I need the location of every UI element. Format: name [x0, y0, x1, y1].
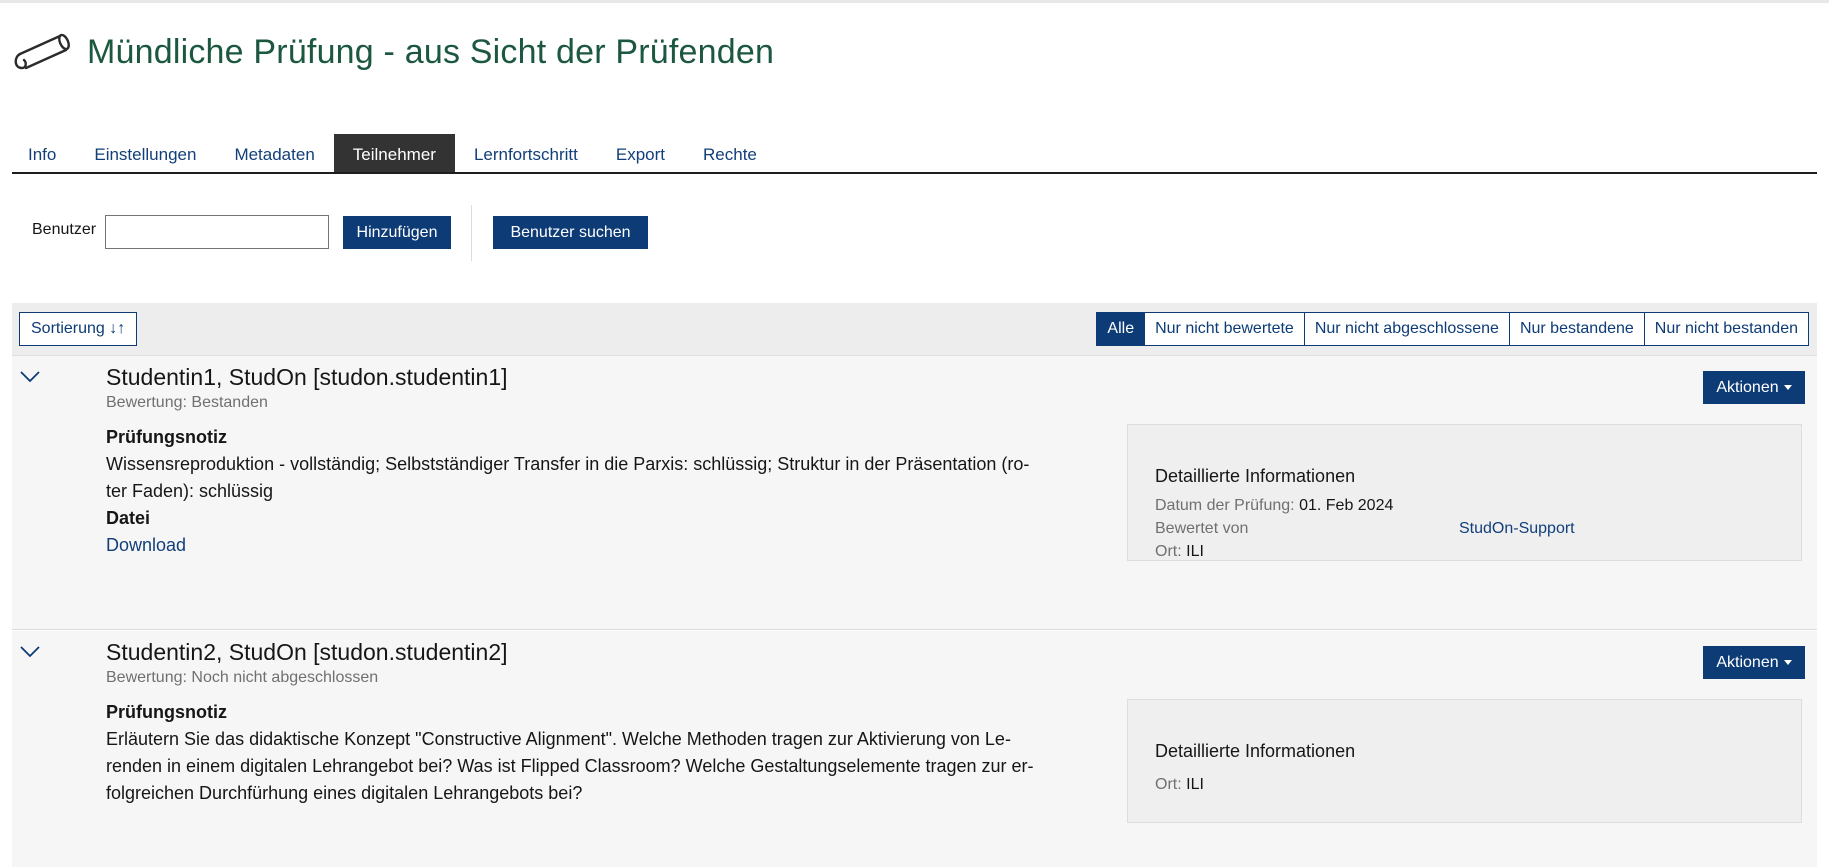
page-header: Mündliche Prüfung - aus Sicht der Prüfen…	[12, 30, 774, 74]
place-value: ILI	[1186, 543, 1204, 560]
add-participant-toolbar: Benutzer Hinzufügen Benutzer suchen	[12, 205, 712, 261]
filter-view-control: Alle Nur nicht bewertete Nur nicht abges…	[1096, 312, 1809, 346]
tab-export[interactable]: Export	[597, 134, 684, 172]
exam-date-label: Datum der Prüfung:	[1155, 497, 1295, 514]
exam-date-row: Datum der Prüfung: 01. Feb 2024	[1155, 497, 1393, 515]
participant-item: Studentin1, StudOn [studon.studentin1] B…	[12, 356, 1817, 630]
chevron-down-icon[interactable]	[18, 368, 42, 384]
toolbar-separator	[471, 205, 472, 261]
filter-all[interactable]: Alle	[1096, 312, 1146, 346]
exam-scroll-icon	[14, 33, 70, 70]
add-button[interactable]: Hinzufügen	[343, 216, 451, 249]
graded-by-label: Bewertet von	[1155, 520, 1249, 537]
sort-button[interactable]: Sortierung ↓↑	[19, 312, 138, 346]
note-line: renden in einem digitalen Lehrangebot be…	[106, 756, 1034, 776]
download-link[interactable]: Download	[106, 532, 1096, 559]
exam-notes: Prüfungsnotiz Wissensreproduktion - voll…	[106, 424, 1096, 559]
place-row: Ort: ILI	[1155, 543, 1204, 561]
participant-rating: Bewertung: Bestanden	[106, 394, 268, 412]
participant-rating: Bewertung: Noch nicht abgeschlossen	[106, 669, 378, 687]
note-line: Erläutern Sie das didaktische Konzept "C…	[106, 729, 1011, 749]
filter-not-graded[interactable]: Nur nicht bewertete	[1144, 312, 1305, 346]
note-line: folgreichen Durchfürhung eines digitalen…	[106, 783, 583, 803]
tab-info[interactable]: Info	[12, 134, 75, 172]
filter-not-passed[interactable]: Nur nicht bestanden	[1643, 312, 1809, 346]
tab-einstellungen[interactable]: Einstellungen	[75, 134, 215, 172]
search-user-button[interactable]: Benutzer suchen	[493, 216, 648, 249]
tab-bar: Info Einstellungen Metadaten Teilnehmer …	[12, 134, 1817, 174]
filter-bar: Sortierung ↓↑ Alle Nur nicht bewertete N…	[12, 303, 1817, 356]
participant-name: Studentin2, StudOn [studon.studentin2]	[106, 639, 508, 665]
graded-by-link[interactable]: StudOn-Support	[1459, 520, 1575, 538]
tab-rechte[interactable]: Rechte	[684, 134, 776, 172]
note-line: ter Faden): schlüssig	[106, 481, 274, 501]
top-border	[0, 0, 1829, 3]
detail-info-heading: Detaillierte Informationen	[1155, 741, 1356, 761]
actions-label: Aktionen	[1716, 378, 1779, 396]
rating-value: Bestanden	[191, 394, 268, 411]
rating-value: Noch nicht abgeschlossen	[191, 669, 379, 686]
detail-info-box: Detaillierte Informationen Datum der Prü…	[1127, 424, 1802, 561]
tab-lernfortschritt[interactable]: Lernfortschritt	[455, 134, 597, 172]
note-heading: Prüfungsnotiz	[106, 702, 227, 722]
caret-down-icon	[1783, 659, 1792, 665]
detail-info-box: Detaillierte Informationen Ort: ILI	[1127, 699, 1802, 823]
exam-date-value: 01. Feb 2024	[1299, 497, 1394, 514]
rating-label: Bewertung:	[106, 669, 187, 686]
tab-metadaten[interactable]: Metadaten	[215, 134, 333, 172]
file-heading: Datei	[106, 508, 151, 528]
filter-passed[interactable]: Nur bestandene	[1508, 312, 1645, 346]
participant-name: Studentin1, StudOn [studon.studentin1]	[106, 364, 508, 390]
rating-label: Bewertung:	[106, 394, 187, 411]
note-heading: Prüfungsnotiz	[106, 427, 227, 447]
place-row: Ort: ILI	[1155, 776, 1204, 794]
user-input[interactable]	[105, 215, 329, 249]
exam-notes: Prüfungsnotiz Erläutern Sie das didaktis…	[106, 699, 1096, 807]
actions-label: Aktionen	[1716, 653, 1779, 671]
caret-down-icon	[1783, 384, 1792, 390]
page-title: Mündliche Prüfung - aus Sicht der Prüfen…	[87, 32, 775, 71]
user-field-label: Benutzer	[32, 221, 97, 238]
participant-item: Studentin2, StudOn [studon.studentin2] B…	[12, 631, 1817, 867]
note-line: Wissensreproduktion - vollständig; Selbs…	[106, 454, 1030, 474]
tab-teilnehmer[interactable]: Teilnehmer	[333, 134, 455, 172]
chevron-down-icon[interactable]	[18, 643, 42, 659]
place-value: ILI	[1186, 776, 1204, 793]
actions-dropdown-button[interactable]: Aktionen	[1703, 371, 1805, 404]
actions-dropdown-button[interactable]: Aktionen	[1703, 646, 1805, 679]
place-label: Ort:	[1155, 776, 1182, 793]
filter-not-finished[interactable]: Nur nicht abgeschlossene	[1303, 312, 1510, 346]
detail-info-heading: Detaillierte Informationen	[1155, 466, 1356, 486]
place-label: Ort:	[1155, 543, 1182, 560]
